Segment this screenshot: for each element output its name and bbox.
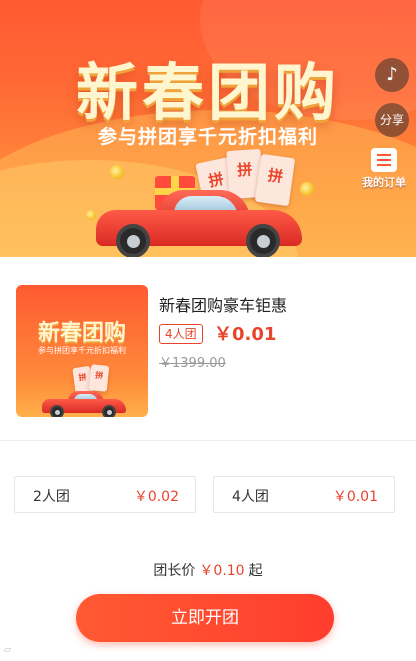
coin-icon (86, 210, 96, 220)
group-option-4-person[interactable]: 4人团 ￥0.01 (213, 476, 395, 513)
music-note-icon: ♪ (386, 64, 398, 85)
option-label: 2人团 (33, 489, 70, 505)
product-thumbnail: 新春团购 参与拼团享千元折扣福利 拼 拼 (16, 285, 148, 417)
leader-price-line: 团长价 ￥0.10 起 (0, 560, 416, 580)
banner-subtitle: 参与拼团享千元折扣福利 (97, 126, 318, 148)
promo-banner: 新春团购 参与拼团享千元折扣福利 拼 拼 拼 ♪ 分享 我的订单 (0, 0, 416, 257)
music-toggle-button[interactable]: ♪ (375, 58, 409, 92)
original-price: ￥1399.00 (159, 356, 226, 371)
leader-price-value: ￥0.10 (199, 563, 245, 579)
group-option-2-person[interactable]: 2人团 ￥0.02 (14, 476, 196, 513)
my-orders-label: 我的订单 (362, 176, 406, 189)
leader-price-suffix: 起 (248, 563, 263, 579)
order-list-icon (371, 148, 397, 172)
thumbnail-title: 新春团购 (37, 321, 126, 346)
my-orders-button[interactable]: 我的订单 (362, 148, 406, 190)
product-card: 新春团购 参与拼团享千元折扣福利 拼 拼 新春团购豪车钜惠 4人团 ￥0.01 … (0, 257, 416, 441)
option-price: ￥0.02 (133, 489, 179, 505)
start-group-button[interactable]: 立即开团 (76, 594, 334, 642)
share-button[interactable]: 分享 (375, 103, 409, 137)
coin-icon (300, 182, 314, 196)
thumbnail-subtitle: 参与拼团享千元折扣福利 (38, 346, 126, 355)
coupon-icon: 拼 (88, 364, 110, 392)
banner-title: 新春团购 (75, 56, 340, 129)
coin-icon (110, 165, 124, 179)
product-name: 新春团购豪车钜惠 (159, 296, 288, 315)
option-price: ￥0.01 (332, 489, 378, 505)
group-price: ￥0.01 (214, 324, 277, 345)
leader-price-prefix: 团长价 (153, 563, 196, 579)
share-label: 分享 (379, 113, 404, 127)
sports-car-image (42, 391, 126, 417)
group-size-badge: 4人团 (159, 324, 203, 344)
watermark-logo: ▱ (4, 645, 11, 655)
option-label: 4人团 (232, 489, 269, 505)
sports-car-image (96, 190, 302, 257)
